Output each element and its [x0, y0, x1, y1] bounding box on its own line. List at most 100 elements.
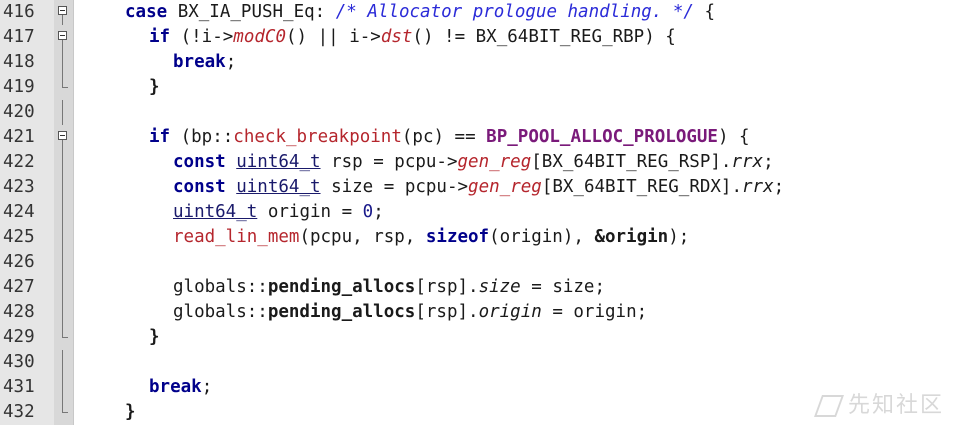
fold-line	[62, 40, 63, 50]
type-name: uint64_t	[173, 202, 258, 222]
line-number[interactable]: 420	[0, 100, 54, 125]
gutter-row: 419	[0, 75, 73, 100]
line-number[interactable]: 427	[0, 275, 54, 300]
fold-line	[62, 150, 63, 175]
gutter-row: 425	[0, 225, 73, 250]
code-text: () || i->	[285, 27, 381, 47]
line-number[interactable]: 423	[0, 175, 54, 200]
gutter-divider	[73, 0, 74, 425]
member-name: rrx	[731, 152, 764, 172]
code-text: [rsp].	[415, 302, 479, 322]
keyword: break	[149, 377, 202, 397]
comment: /* Allocator prologue handling. */	[335, 2, 694, 22]
namespace: globals::	[173, 302, 268, 322]
member-name: gen_reg	[457, 152, 532, 172]
fold-line	[62, 375, 63, 400]
line-number[interactable]: 426	[0, 250, 54, 275]
fold-line	[62, 225, 63, 250]
line-number[interactable]: 431	[0, 375, 54, 400]
fold-margin	[54, 350, 73, 375]
code-line-431[interactable]: break;	[149, 375, 212, 400]
code-text: (pcpu, rsp,	[299, 227, 426, 247]
brace: }	[149, 77, 160, 97]
gutter-row: 423	[0, 175, 73, 200]
keyword: case	[125, 2, 168, 22]
code-text: = origin;	[541, 302, 648, 322]
code-line-432[interactable]: }	[125, 400, 136, 425]
code-line-417[interactable]: if (!i->modC0() || i->dst() != BX_64BIT_…	[149, 25, 676, 50]
code-line-416[interactable]: case BX_IA_PUSH_Eq: /* Allocator prologu…	[125, 0, 715, 25]
line-number[interactable]: 417	[0, 25, 54, 50]
code-text: [BX_64BIT_REG_RDX].	[541, 177, 742, 197]
line-number[interactable]: 432	[0, 400, 54, 425]
line-number[interactable]: 418	[0, 50, 54, 75]
fold-margin	[54, 150, 73, 175]
code-text: (!i->	[170, 27, 234, 47]
fold-line	[62, 275, 63, 300]
type-name: uint64_t	[236, 177, 321, 197]
gutter-row: 418	[0, 50, 73, 75]
code-text: (origin),	[489, 227, 595, 247]
fold-collapse-icon[interactable]	[58, 31, 67, 40]
line-number[interactable]: 422	[0, 150, 54, 175]
code-line-428[interactable]: globals::pending_allocs[rsp].origin = or…	[173, 300, 647, 325]
global-variable: pending_allocs	[267, 302, 416, 322]
code-line-425[interactable]: read_lin_mem(pcpu, rsp, sizeof(origin), …	[173, 225, 689, 250]
gutter-row: 420	[0, 100, 73, 125]
line-number[interactable]: 425	[0, 225, 54, 250]
code-line-421[interactable]: if (bp::check_breakpoint(pc) == BP_POOL_…	[149, 125, 750, 150]
code-line-429[interactable]: }	[149, 325, 160, 350]
member-name: size	[478, 277, 521, 297]
watermark-text: 先知社区	[847, 393, 944, 418]
fold-margin	[54, 175, 73, 200]
code-text: );	[668, 227, 690, 247]
fold-line	[62, 250, 63, 275]
code-text: ;	[201, 377, 213, 397]
fold-line	[62, 350, 63, 375]
line-number[interactable]: 419	[0, 75, 54, 100]
code-line-419[interactable]: }	[149, 75, 160, 100]
watermark-logo-icon	[813, 395, 844, 417]
fold-collapse-icon[interactable]	[58, 6, 67, 15]
fold-margin	[54, 100, 73, 125]
code-line-424[interactable]: uint64_t origin = 0;	[173, 200, 384, 225]
keyword: if	[149, 127, 171, 147]
code-line-423[interactable]: const uint64_t size = pcpu->gen_reg[BX_6…	[173, 175, 784, 200]
line-number[interactable]: 429	[0, 325, 54, 350]
code-line-422[interactable]: const uint64_t rsp = pcpu->gen_reg[BX_64…	[173, 150, 774, 175]
macro-name: BP_POOL_ALLOC_PROLOGUE	[486, 127, 718, 147]
function-name: check_breakpoint	[233, 127, 402, 147]
brace: }	[149, 327, 160, 347]
method-name: dst	[380, 27, 413, 47]
line-number[interactable]: 428	[0, 300, 54, 325]
fold-collapse-icon[interactable]	[58, 131, 67, 140]
fold-margin	[54, 300, 73, 325]
code-text: size = pcpu->	[320, 177, 469, 197]
code-line-427[interactable]: globals::pending_allocs[rsp].size = size…	[173, 275, 605, 300]
fold-margin	[54, 275, 73, 300]
code-line-418[interactable]: break;	[173, 50, 236, 75]
function-name: read_lin_mem	[173, 227, 300, 247]
code-text: = size;	[520, 277, 606, 297]
fold-line	[62, 140, 63, 150]
line-number[interactable]: 424	[0, 200, 54, 225]
fold-line	[62, 300, 63, 325]
member-name: gen_reg	[468, 177, 542, 197]
gutter-row: 429	[0, 325, 73, 350]
fold-margin	[54, 200, 73, 225]
code-text: ) {	[717, 127, 750, 147]
line-number[interactable]: 430	[0, 350, 54, 375]
fold-margin	[54, 50, 73, 75]
code-text: ;	[763, 152, 774, 172]
type-name: uint64_t	[236, 152, 321, 172]
namespace: globals::	[173, 277, 268, 297]
code-text: ;	[373, 202, 384, 222]
line-number[interactable]: 416	[0, 0, 54, 25]
code-text: (bp::	[170, 127, 234, 147]
gutter-row: 431	[0, 375, 73, 400]
gutter-row: 417	[0, 25, 73, 50]
member-name: rrx	[742, 177, 774, 197]
line-number[interactable]: 421	[0, 125, 54, 150]
code-text: origin =	[257, 202, 363, 222]
